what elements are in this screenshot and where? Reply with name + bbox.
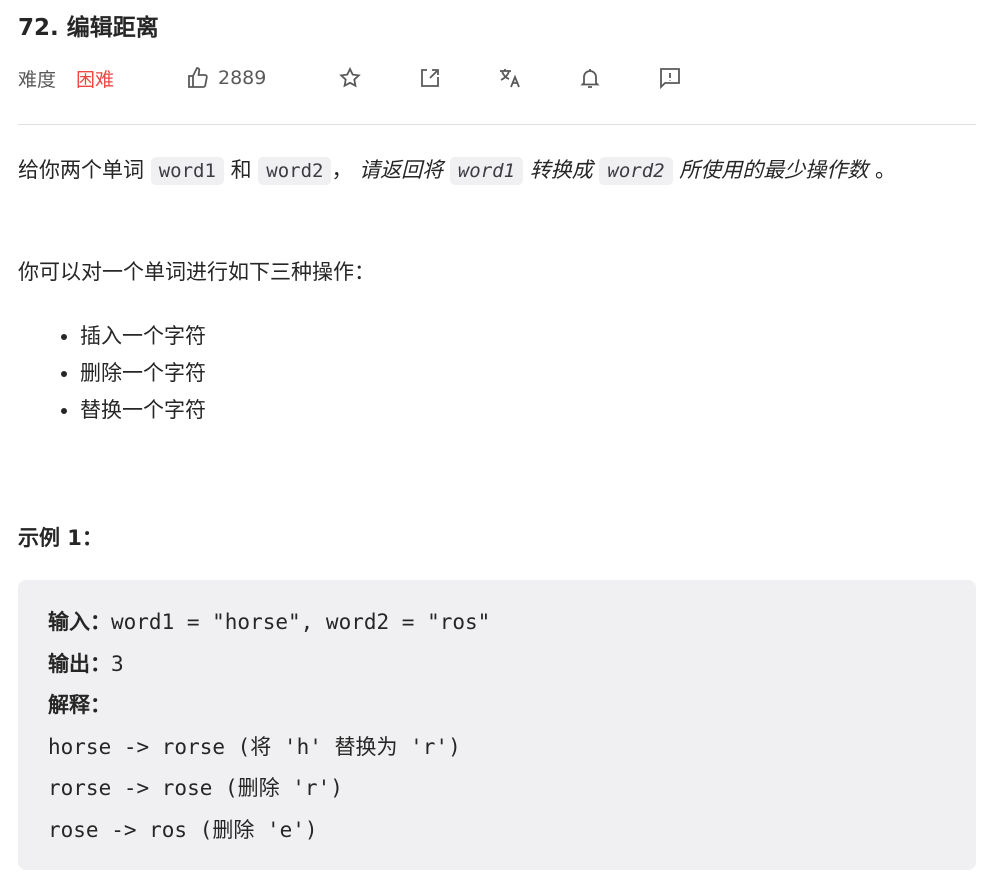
star-icon [339, 66, 361, 88]
like-button[interactable]: 2889 [186, 66, 266, 90]
output-value: 3 [111, 651, 124, 676]
list-item: 替换一个字符 [80, 392, 206, 429]
feedback-button[interactable] [658, 66, 682, 90]
operations-list: 插入一个字符 删除一个字符 替换一个字符 [58, 318, 206, 429]
explanation-line: rose -> ros (删除 'e') [48, 817, 318, 842]
explanation-label: 解释： [48, 693, 111, 717]
emphasis: 请返回将 word1 转换成 word2 所使用的最少操作数 [359, 157, 869, 185]
text: 给你两个单词 [18, 158, 151, 182]
explanation-line: horse -> rorse (将 'h' 替换为 'r') [48, 734, 461, 759]
text: 所使用的最少操作数 [672, 158, 869, 182]
operations-intro: 你可以对一个单词进行如下三种操作： [18, 260, 375, 284]
thumbs-up-icon [188, 67, 208, 88]
share-button[interactable] [418, 66, 442, 90]
problem-description: 给你两个单词 word1 和 word2， 请返回将 word1 转换成 wor… [18, 150, 978, 191]
text: 和 [223, 158, 259, 182]
input-value: word1 = "horse", word2 = "ros" [111, 610, 491, 634]
feedback-icon [660, 68, 680, 90]
page-title: 72. 编辑距离 [18, 15, 159, 41]
list-item: 插入一个字符 [80, 318, 206, 355]
translate-button[interactable] [498, 66, 522, 90]
text: 请返回将 [359, 158, 450, 182]
text: ， [331, 158, 360, 182]
like-count: 2889 [218, 67, 267, 89]
example-block: 输入：word1 = "horse", word2 = "ros" 输出：3 解… [18, 580, 976, 870]
inline-code: word2 [258, 157, 332, 185]
explanation-line: rorse -> rose (删除 'r') [48, 776, 343, 800]
share-icon [421, 69, 439, 87]
inline-code: word2 [599, 157, 673, 185]
input-label: 输入： [48, 610, 111, 634]
divider [18, 124, 976, 125]
subscribe-button[interactable] [578, 66, 602, 90]
text: 。 [868, 158, 896, 182]
favorite-button[interactable] [338, 66, 362, 90]
bell-icon [580, 69, 600, 88]
example-title: 示例 1： [18, 526, 103, 550]
translate-icon [500, 69, 520, 88]
text: 转换成 [523, 158, 600, 182]
list-item: 删除一个字符 [80, 355, 206, 392]
output-label: 输出： [48, 651, 111, 676]
inline-code: word1 [150, 157, 224, 185]
inline-code: word1 [449, 157, 524, 185]
